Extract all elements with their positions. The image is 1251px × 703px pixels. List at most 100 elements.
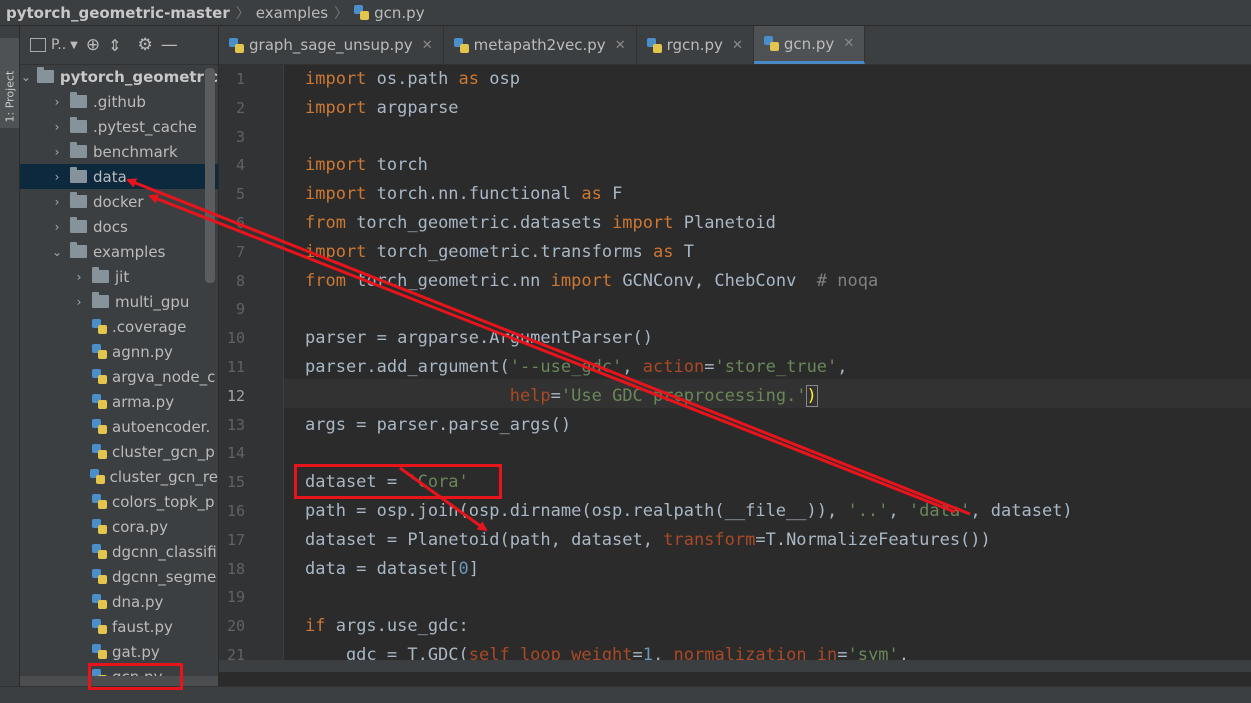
code-line[interactable]: import os.path as osp — [305, 65, 520, 94]
code-line[interactable]: gdc = T.GDC(self_loop_weight=1, normaliz… — [305, 641, 909, 660]
tree-folder[interactable]: › docker — [20, 189, 218, 214]
editor-horizontal-scrollbar[interactable] — [219, 660, 1251, 672]
tree-file[interactable]: cluster_gcn_p — [20, 439, 218, 464]
breadcrumb: pytorch_geometric-master 〉 examples 〉 gc… — [0, 0, 1251, 26]
project-tool-tab[interactable]: 1: Project — [0, 38, 19, 128]
editor-tab[interactable]: metapath2vec.py ✕ — [444, 26, 637, 64]
chevron-right-icon[interactable]: › — [50, 220, 64, 234]
code-line[interactable]: if args.use_gdc: — [305, 612, 469, 641]
code-token: torch — [366, 155, 428, 176]
tree-file[interactable]: .coverage — [20, 314, 218, 339]
editor-tab-label: gcn.py — [783, 34, 835, 53]
code-token: 'sym' — [847, 645, 899, 660]
minimize-icon[interactable]: — — [161, 35, 178, 55]
python-file-icon — [92, 419, 107, 434]
tree-file[interactable]: cluster_gcn_re — [20, 464, 218, 489]
chevron-right-icon[interactable]: › — [50, 120, 64, 134]
breadcrumb-file[interactable]: gcn.py — [348, 4, 430, 22]
code-token: from — [305, 213, 346, 233]
tree-folder[interactable]: › docs — [20, 214, 218, 239]
line-number: 12 — [226, 386, 245, 405]
code-line[interactable]: parser = argparse.ArgumentParser() — [305, 324, 653, 353]
tree-file[interactable]: dgcnn_classifi — [20, 539, 218, 564]
tree-file[interactable]: agnn.py — [20, 339, 218, 364]
tree-folder[interactable]: › data — [20, 164, 218, 189]
editor-tab[interactable]: graph_sage_unsup.py ✕ — [219, 26, 444, 64]
line-number: 17 — [226, 530, 245, 549]
tree-file[interactable]: colors_topk_p — [20, 489, 218, 514]
tree-file[interactable]: cora.py — [20, 514, 218, 539]
project-view-selector[interactable]: P.. ▼ — [30, 37, 78, 53]
breadcrumb-folder[interactable]: examples — [250, 4, 334, 22]
tree-file[interactable]: autoencoder. — [20, 414, 218, 439]
code-line[interactable]: import torch — [305, 151, 428, 180]
folder-icon — [92, 267, 109, 283]
close-icon[interactable]: ✕ — [422, 38, 433, 53]
editor-tab[interactable]: rgcn.py ✕ — [637, 26, 754, 64]
breadcrumb-file-label: gcn.py — [374, 3, 425, 22]
locate-icon[interactable]: ⊕ — [86, 35, 100, 55]
code-token: = — [550, 385, 561, 406]
tree-folder[interactable]: › jit — [20, 264, 218, 289]
code-token: args.use_gdc: — [325, 616, 469, 637]
editor-tab[interactable]: gcn.py ✕ — [753, 26, 866, 64]
code-token: , — [898, 645, 909, 660]
code-line[interactable]: import argparse — [305, 94, 459, 123]
chevron-right-icon[interactable]: › — [72, 295, 86, 309]
tree-folder[interactable]: › .pytest_cache — [20, 114, 218, 139]
code-line[interactable]: args = parser.parse_args() — [305, 411, 571, 440]
python-file-icon — [92, 444, 107, 459]
code-token: import — [550, 270, 613, 291]
tree-file[interactable]: gat.py — [20, 639, 218, 664]
project-scrollbar[interactable] — [205, 68, 215, 283]
collapse-all-icon[interactable]: ⇕ — [108, 36, 121, 55]
project-panel: P.. ▼ ⊕ ⇕ ⚙ — ⌄ pytorch_geometric › .github… — [20, 26, 218, 702]
tree-file[interactable]: arma.py — [20, 389, 218, 414]
tree-file[interactable]: dgcnn_segme — [20, 564, 218, 589]
code-line[interactable]: path = osp.join(osp.dirname(osp.realpath… — [305, 497, 1073, 526]
tree-folder[interactable]: ⌄ examples — [20, 239, 218, 264]
tree-folder[interactable]: › multi_gpu — [20, 289, 218, 314]
close-icon[interactable]: ✕ — [615, 38, 626, 53]
annotation-box-gcn-file — [88, 663, 183, 690]
tree-item-label: data — [93, 167, 127, 186]
code-token: action — [642, 357, 705, 377]
code-line[interactable]: from torch_geometric.nn import GCNConv, … — [305, 267, 878, 296]
code-token: path = osp.join(osp.dirname(osp.realpath… — [305, 501, 848, 521]
code-token: , — [622, 357, 643, 377]
code-line[interactable]: import torch_geometric.transforms as T — [305, 238, 694, 267]
tree-file[interactable]: argva_node_c — [20, 364, 218, 389]
tree-folder[interactable]: › .github — [20, 89, 218, 114]
chevron-right-icon[interactable]: › — [50, 195, 64, 209]
code-token: =T.NormalizeFeatures()) — [755, 529, 991, 550]
code-token: if — [305, 616, 326, 637]
chevron-right-icon[interactable]: › — [50, 145, 64, 159]
tree-file[interactable]: dna.py — [20, 589, 218, 614]
python-file-icon — [92, 644, 107, 659]
tree-folder[interactable]: › benchmark — [20, 139, 218, 164]
tree-folder[interactable]: ⌄ pytorch_geometric — [20, 64, 218, 89]
tree-file[interactable]: faust.py — [20, 614, 218, 639]
code-line[interactable]: help='Use GDC preprocessing.') — [305, 382, 818, 411]
code-line[interactable]: from torch_geometric.datasets import Pla… — [305, 209, 776, 238]
gear-icon[interactable]: ⚙ — [138, 35, 153, 55]
chevron-down-icon[interactable]: ⌄ — [50, 245, 64, 259]
chevron-right-icon[interactable]: › — [50, 95, 64, 109]
chevron-down-icon[interactable]: ⌄ — [21, 70, 31, 84]
code-line[interactable]: parser.add_argument('--use_gdc', action=… — [305, 353, 848, 382]
chevron-right-icon[interactable]: › — [72, 270, 86, 284]
tree-item-label: pytorch_geometric — [59, 67, 218, 86]
code-token: , dataset) — [970, 501, 1073, 521]
code-line[interactable]: data = dataset[0] — [305, 555, 479, 584]
code-editor[interactable]: 1 2 3 4 5 6 7 8 9 10 11 12 13 14 15 16 17 18 19 20 21 import… — [219, 65, 1251, 660]
tree-item-label: .pytest_cache — [93, 117, 197, 136]
close-icon[interactable]: ✕ — [732, 38, 743, 53]
chevron-right-icon[interactable]: › — [50, 170, 64, 184]
line-number: 18 — [226, 559, 245, 578]
code-line[interactable]: import torch.nn.functional as F — [305, 180, 622, 209]
close-icon[interactable]: ✕ — [843, 36, 854, 51]
code-line[interactable]: dataset = Planetoid(path, dataset, trans… — [305, 526, 991, 555]
tree-item-label: autoencoder. — [112, 417, 211, 436]
breadcrumb-project[interactable]: pytorch_geometric-master — [0, 4, 236, 22]
